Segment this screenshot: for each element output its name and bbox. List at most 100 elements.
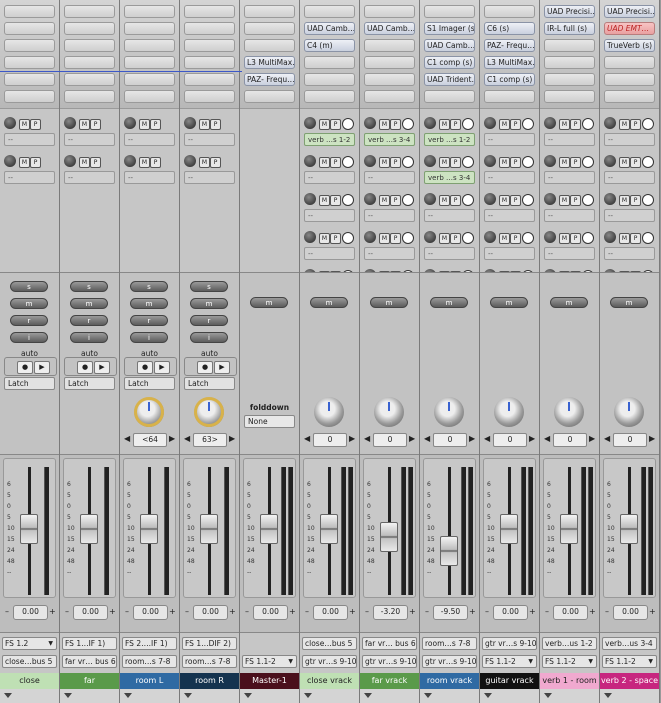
volume-value[interactable]: -9.50 xyxy=(433,605,468,620)
send-level-knob[interactable] xyxy=(544,193,556,205)
send-pan-dial[interactable] xyxy=(582,118,594,130)
send-prefader-button[interactable]: P xyxy=(150,119,161,130)
send-assignment[interactable]: -- xyxy=(364,171,415,184)
mute-button[interactable]: m xyxy=(250,297,288,308)
send-assignment[interactable]: -- xyxy=(4,133,55,146)
volume-value[interactable]: 0.00 xyxy=(73,605,108,620)
insert-slot[interactable] xyxy=(4,22,55,35)
insert-slot[interactable]: C4 (m) xyxy=(304,39,355,52)
send-level-knob[interactable] xyxy=(424,117,436,129)
send-level-knob[interactable] xyxy=(184,155,196,167)
send-pan-dial[interactable] xyxy=(642,194,654,206)
volume-minus[interactable]: – xyxy=(425,605,429,618)
send-pan-dial[interactable] xyxy=(522,156,534,168)
mute-button[interactable]: m xyxy=(70,298,108,309)
send-level-knob[interactable] xyxy=(484,231,496,243)
pan-knob[interactable] xyxy=(134,397,164,427)
send-pan-dial[interactable] xyxy=(642,232,654,244)
send-mute-button[interactable]: M xyxy=(559,119,570,130)
solo-button[interactable]: s xyxy=(130,281,168,292)
insert-slot[interactable] xyxy=(4,39,55,52)
collapse-triangle-icon[interactable] xyxy=(424,693,432,698)
send-mute-button[interactable]: M xyxy=(379,195,390,206)
insert-slot[interactable] xyxy=(4,90,55,103)
insert-slot[interactable] xyxy=(604,90,655,103)
send-level-knob[interactable] xyxy=(424,155,436,167)
track-name[interactable]: Master-1 xyxy=(240,673,299,689)
insert-slot[interactable] xyxy=(544,56,595,69)
send-prefader-button[interactable]: P xyxy=(570,233,581,244)
send-level-knob[interactable] xyxy=(184,117,196,129)
send-prefader-button[interactable]: P xyxy=(570,119,581,130)
fader-cap[interactable] xyxy=(500,514,518,545)
fader-cap[interactable] xyxy=(200,514,218,545)
input-select[interactable]: FS 1…IF 1) xyxy=(62,637,117,650)
volume-value[interactable]: 0.00 xyxy=(553,605,588,620)
volume-plus[interactable]: + xyxy=(469,605,476,618)
volume-value[interactable]: 0.00 xyxy=(313,605,348,620)
pan-left-arrow[interactable]: ◀ xyxy=(364,433,370,445)
send-prefader-button[interactable]: P xyxy=(510,195,521,206)
insert-slot[interactable] xyxy=(364,39,415,52)
output-select[interactable]: room…s 7-8 xyxy=(182,655,237,668)
send-level-knob[interactable] xyxy=(364,117,376,129)
send-pan-dial[interactable] xyxy=(402,118,414,130)
insert-slot[interactable] xyxy=(604,73,655,86)
send-level-knob[interactable] xyxy=(364,193,376,205)
volume-value[interactable]: 0.00 xyxy=(193,605,228,620)
volume-plus[interactable]: + xyxy=(289,605,296,618)
collapse-triangle-icon[interactable] xyxy=(124,693,132,698)
insert-slot[interactable]: UAD Camb… xyxy=(304,22,355,35)
send-pan-dial[interactable] xyxy=(462,118,474,130)
mute-button[interactable]: m xyxy=(370,297,408,308)
insert-slot[interactable] xyxy=(244,5,295,18)
send-mute-button[interactable]: M xyxy=(499,195,510,206)
send-assignment[interactable]: -- xyxy=(4,171,55,184)
pan-right-arrow[interactable]: ▶ xyxy=(649,433,655,445)
send-level-knob[interactable] xyxy=(484,117,496,129)
volume-plus[interactable]: + xyxy=(49,605,56,618)
pan-knob[interactable] xyxy=(554,397,584,427)
send-assignment[interactable]: -- xyxy=(484,133,535,146)
send-mute-button[interactable]: M xyxy=(19,157,30,168)
pan-left-arrow[interactable]: ◀ xyxy=(184,433,190,445)
pan-value[interactable]: 63> xyxy=(193,433,227,447)
send-pan-dial[interactable] xyxy=(342,118,354,130)
mute-button[interactable]: m xyxy=(10,298,48,309)
insert-slot[interactable] xyxy=(304,73,355,86)
insert-slot[interactable] xyxy=(124,73,175,86)
pan-right-arrow[interactable]: ▶ xyxy=(229,433,235,445)
pan-left-arrow[interactable]: ◀ xyxy=(304,433,310,445)
input-select[interactable]: verb…us 1-2 xyxy=(542,637,597,650)
insert-slot[interactable]: UAD Trident… xyxy=(424,73,475,86)
send-mute-button[interactable]: M xyxy=(619,157,630,168)
rec-button[interactable]: r xyxy=(190,315,228,326)
track-name[interactable]: close vrack xyxy=(300,673,359,689)
insert-slot[interactable] xyxy=(304,5,355,18)
send-prefader-button[interactable]: P xyxy=(150,157,161,168)
send-prefader-button[interactable]: P xyxy=(570,157,581,168)
pan-knob[interactable] xyxy=(374,397,404,427)
send-level-knob[interactable] xyxy=(4,155,16,167)
insert-slot[interactable] xyxy=(304,90,355,103)
send-prefader-button[interactable]: P xyxy=(90,157,101,168)
pan-value[interactable]: 0 xyxy=(553,433,587,447)
output-select[interactable]: FS 1.1-2 ▼ xyxy=(242,655,297,668)
output-select[interactable]: FS 1.1-2 ▼ xyxy=(602,655,657,668)
record-automation-button[interactable]: ● xyxy=(17,361,33,374)
insert-slot[interactable] xyxy=(484,5,535,18)
send-level-knob[interactable] xyxy=(424,193,436,205)
insert-slot[interactable] xyxy=(184,22,235,35)
send-pan-dial[interactable] xyxy=(402,156,414,168)
track-name[interactable]: room L xyxy=(120,673,179,689)
send-level-knob[interactable] xyxy=(604,155,616,167)
volume-value[interactable]: 0.00 xyxy=(613,605,648,620)
send-assignment[interactable]: -- xyxy=(484,209,535,222)
pan-left-arrow[interactable]: ◀ xyxy=(604,433,610,445)
send-assignment[interactable]: -- xyxy=(424,247,475,260)
volume-minus[interactable]: – xyxy=(245,605,249,618)
fader-cap[interactable] xyxy=(20,514,38,545)
play-automation-button[interactable]: ▶ xyxy=(34,361,50,374)
record-automation-button[interactable]: ● xyxy=(77,361,93,374)
pan-left-arrow[interactable]: ◀ xyxy=(124,433,130,445)
